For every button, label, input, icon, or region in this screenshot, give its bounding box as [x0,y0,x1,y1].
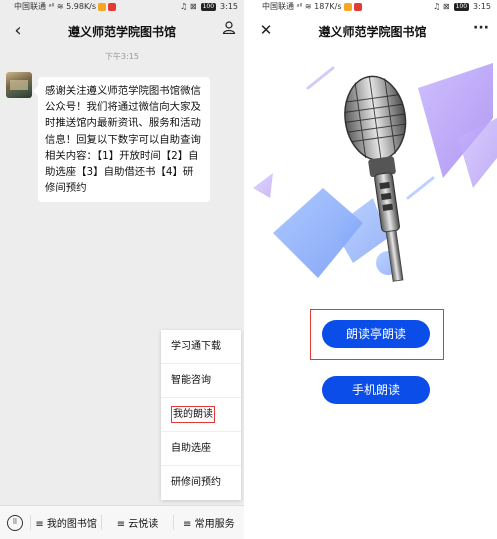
decor-shape [253,173,273,198]
status-right: ♫ ⊠ 100 3:15 [180,2,238,11]
bottom-menu-my-library[interactable]: ≡ 我的图书馆 [30,515,101,530]
status-bar: 中国联通 ᵃˡˡ ≋ 187K/s ♫ ⊠ 100 3:15 [248,0,497,14]
more-dots-icon[interactable]: ··· [473,20,489,36]
person-icon[interactable] [222,20,236,38]
chat-header: ‹ 遵义师范学院图书馆 [0,14,244,48]
close-icon[interactable]: ✕ [256,21,276,39]
reading-booth-button[interactable]: 朗读亭朗读 [322,320,430,348]
menu-item-consult[interactable]: 智能咨询 [161,364,241,398]
carrier-speed: 中国联通 ᵃˡˡ ≋ 5.98K/s [14,0,117,14]
bottom-menu-services[interactable]: ≡ 常用服务 [172,515,244,530]
menu-item-download[interactable]: 学习通下载 [161,330,241,364]
status-right: ♫ ⊠ 100 3:15 [433,2,491,11]
message-timestamp: 下午3:15 [105,52,139,61]
page-header: ✕ 遵义师范学院图书馆 ··· [248,14,497,48]
menu-item-my-reading[interactable]: 我的朗读 [161,398,241,432]
carrier-speed: 中国联通 ᵃˡˡ ≋ 187K/s [262,0,362,14]
service-popup-menu: 学习通下载 智能咨询 我的朗读 自助选座 研修间预约 [161,330,241,500]
status-bar: 中国联通 ᵃˡˡ ≋ 5.98K/s ♫ ⊠ 100 3:15 [0,0,244,14]
reading-screen: 中国联通 ᵃˡˡ ≋ 187K/s ♫ ⊠ 100 3:15 ✕ 遵义师范学院图书馆… [248,0,497,539]
message-bubble: 感谢关注遵义师范学院图书馆微信公众号！我们将通过微信向大家及时推送馆内最新资讯、… [33,77,210,203]
menu-item-seat[interactable]: 自助选座 [161,432,241,466]
decor-shape [406,176,435,200]
menu-item-study-room[interactable]: 研修间预约 [161,466,241,500]
microphone-illustration [253,63,497,282]
decor-shape [306,66,335,90]
message-row: 感谢关注遵义师范学院图书馆微信公众号！我们将通过微信向大家及时推送馆内最新资讯、… [6,72,210,203]
page-title: 遵义师范学院图书馆 [67,24,176,39]
avatar[interactable] [6,72,32,98]
bottom-menu-cloud-reading[interactable]: ≡ 云悦读 [101,515,172,530]
battery-icon: 100 [200,3,217,11]
bottom-menu-bar: ⠿ ≡ 我的图书馆 ≡ 云悦读 ≡ 常用服务 [0,505,244,539]
chat-screen: 中国联通 ᵃˡˡ ≋ 5.98K/s ♫ ⊠ 100 3:15 ‹ 遵义师范学院图书… [0,0,244,539]
back-chevron-icon[interactable]: ‹ [8,20,28,41]
battery-icon: 100 [453,3,470,11]
phone-reading-button[interactable]: 手机朗读 [322,376,430,404]
page-title: 遵义师范学院图书馆 [318,24,427,39]
keyboard-icon[interactable]: ⠿ [0,514,30,531]
